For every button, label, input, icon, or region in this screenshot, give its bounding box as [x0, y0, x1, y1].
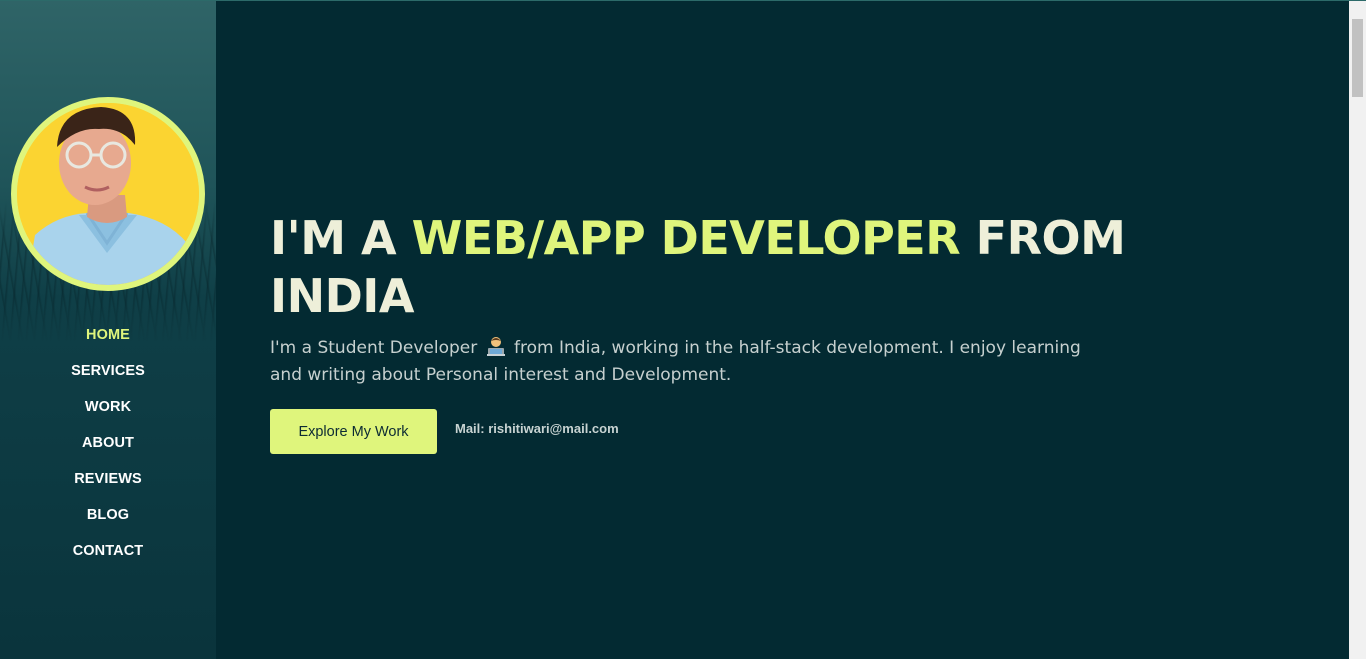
main-navigation: HOME SERVICES WORK ABOUT REVIEWS BLOG CO…	[0, 323, 216, 575]
portfolio-page: HOME SERVICES WORK ABOUT REVIEWS BLOG CO…	[0, 0, 1366, 659]
nav-link-work[interactable]: WORK	[85, 399, 131, 415]
nav-item-blog: BLOG	[0, 503, 216, 539]
hero-title: I'M A WEB/APP DEVELOPER FROM INDIA	[270, 209, 1170, 325]
nav-item-reviews: REVIEWS	[0, 467, 216, 503]
nav-item-contact: CONTACT	[0, 539, 216, 575]
avatar	[11, 97, 205, 291]
nav-link-blog[interactable]: BLOG	[87, 507, 129, 523]
nav-link-about[interactable]: ABOUT	[82, 435, 134, 451]
technologist-emoji-icon	[486, 337, 505, 356]
scrollbar-thumb[interactable]	[1352, 19, 1363, 97]
hero-description: I'm a Student Developer from India, work…	[270, 335, 1100, 389]
nav-link-reviews[interactable]: REVIEWS	[74, 471, 142, 487]
explore-my-work-button[interactable]: Explore My Work	[270, 409, 437, 454]
nav-item-work: WORK	[0, 395, 216, 431]
profile-photo	[17, 103, 199, 285]
mail-contact[interactable]: Mail: rishitiwari@mail.com	[455, 421, 619, 436]
vertical-scrollbar[interactable]	[1349, 1, 1366, 659]
nav-item-services: SERVICES	[0, 359, 216, 395]
nav-link-contact[interactable]: CONTACT	[73, 543, 144, 559]
nav-item-home: HOME	[0, 323, 216, 359]
nav-link-home[interactable]: HOME	[86, 327, 130, 343]
hero-title-accent: WEB/APP DEVELOPER	[411, 211, 961, 265]
nav-link-services[interactable]: SERVICES	[71, 363, 145, 379]
sidebar: HOME SERVICES WORK ABOUT REVIEWS BLOG CO…	[0, 1, 216, 659]
hero-section: I'M A WEB/APP DEVELOPER FROM INDIA I'm a…	[216, 1, 1349, 659]
hero-description-start: I'm a Student Developer	[270, 338, 483, 358]
nav-item-about: ABOUT	[0, 431, 216, 467]
hero-title-prefix: I'M A	[270, 211, 412, 265]
